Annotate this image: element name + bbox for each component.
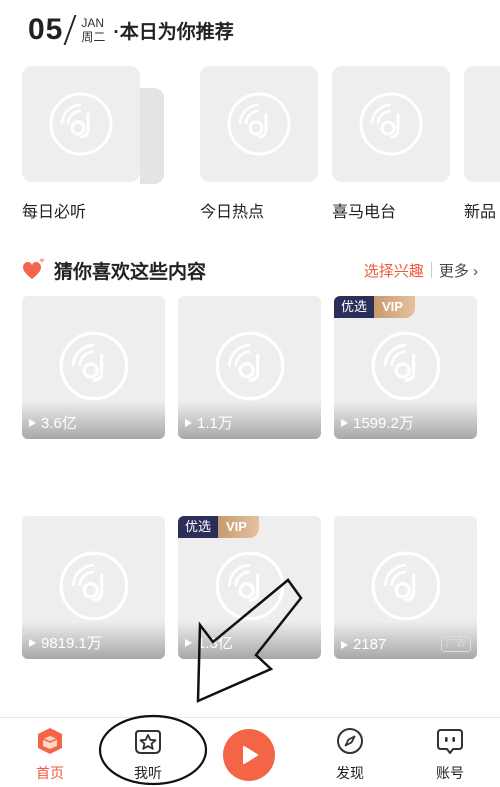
play-count-icon: [341, 640, 348, 649]
category-cover: [200, 66, 318, 182]
category-label: 喜马电台: [332, 204, 397, 221]
play-count-icon: [341, 418, 348, 427]
date-month: JAN: [81, 16, 105, 30]
category-label: 每日必听: [22, 204, 87, 221]
vinyl-disc-icon: [371, 331, 441, 401]
play-count: 1.3亿: [185, 632, 233, 653]
compass-icon: [337, 728, 363, 754]
play-count-value: 1599.2万: [353, 415, 414, 432]
badge-vip: VIP: [374, 296, 415, 318]
content-card[interactable]: 2187 广告: [334, 516, 477, 659]
badge-selected: 优选: [178, 516, 219, 538]
play-count: 3.6亿: [29, 412, 77, 433]
category-cover: [22, 66, 140, 182]
recommend-title: ·本日为你推荐: [113, 21, 234, 43]
month-weekday: JAN 周二: [81, 16, 105, 44]
date-weekday: 周二: [81, 30, 106, 44]
vinyl-disc-icon: [59, 331, 129, 401]
play-count-value: 1.3亿: [197, 635, 233, 652]
content-card[interactable]: 1.1万: [178, 296, 321, 439]
content-card[interactable]: 优选 VIP 1.3亿: [178, 516, 321, 659]
category-card-daily[interactable]: 每日必听: [22, 66, 164, 222]
category-cover: [464, 66, 500, 182]
category-card-hot[interactable]: 今日热点: [200, 66, 318, 222]
vinyl-disc-icon: [49, 92, 113, 156]
more-label: 更多: [438, 262, 469, 280]
more-link[interactable]: 更多 ›: [439, 260, 478, 281]
top-category-row: 每日必听 今日热点 喜马电台 新品: [22, 66, 500, 226]
play-count-value: 2187: [353, 636, 387, 653]
category-label: 新品: [464, 204, 497, 221]
ad-tag: 广告: [441, 636, 471, 652]
pick-interest-link[interactable]: 选择兴趣: [364, 260, 424, 281]
nav-listen[interactable]: 我听: [118, 726, 178, 783]
play-button[interactable]: [223, 729, 275, 781]
vinyl-disc-icon: [59, 551, 129, 621]
vinyl-disc-icon: [371, 551, 441, 621]
heart-icon: [23, 258, 45, 279]
nav-account[interactable]: 账号: [420, 726, 480, 783]
vip-badge: 优选 VIP: [178, 516, 259, 538]
play-count: 1599.2万: [341, 412, 414, 433]
vinyl-disc-icon: [215, 551, 285, 621]
content-card[interactable]: 3.6亿: [22, 296, 165, 439]
play-count: 2187: [341, 636, 386, 653]
category-label: 今日热点: [200, 204, 265, 221]
star-icon: [135, 730, 161, 754]
divider: [430, 262, 432, 278]
stack-edge: [140, 88, 164, 184]
nav-discover[interactable]: 发现: [320, 726, 380, 783]
nav-listen-label: 我听: [134, 765, 162, 781]
home-icon: [38, 728, 62, 754]
play-count: 1.1万: [185, 412, 233, 433]
chevron-right-icon: ›: [473, 262, 478, 280]
play-count-icon: [29, 418, 36, 427]
vinyl-disc-icon: [227, 92, 291, 156]
section-title: 猜你喜欢这些内容: [54, 261, 207, 283]
nav-discover-label: 发现: [336, 765, 364, 781]
badge-selected: 优选: [334, 296, 375, 318]
vinyl-disc-icon: [215, 331, 285, 401]
nav-home-label: 首页: [36, 765, 64, 781]
play-count-icon: [29, 638, 36, 647]
nav-home[interactable]: 首页: [20, 726, 80, 783]
category-card-new[interactable]: 新品: [464, 66, 500, 222]
face-icon: [437, 729, 463, 754]
vip-badge: 优选 VIP: [334, 296, 415, 318]
category-cover: [332, 66, 450, 182]
date-day: 05: [28, 13, 64, 46]
play-icon: [243, 746, 258, 764]
badge-vip: VIP: [218, 516, 259, 538]
play-count-icon: [185, 418, 192, 427]
content-card[interactable]: 9819.1万: [22, 516, 165, 659]
play-count-icon: [185, 638, 192, 647]
nav-account-label: 账号: [436, 765, 464, 781]
bottom-nav: 首页 我听 发现 账号: [0, 717, 500, 787]
date-header: 05 JAN 周二 ·本日为你推荐: [28, 12, 234, 48]
play-count-value: 1.1万: [197, 415, 233, 432]
vinyl-disc-icon: [359, 92, 423, 156]
play-count-value: 9819.1万: [41, 635, 102, 652]
content-card[interactable]: 优选 VIP 1599.2万: [334, 296, 477, 439]
guess-you-like-header: 猜你喜欢这些内容 选择兴趣 更多 ›: [22, 255, 478, 285]
play-count: 9819.1万: [29, 632, 102, 653]
category-card-radio[interactable]: 喜马电台: [332, 66, 450, 222]
date-slash: [63, 15, 77, 45]
section-actions: 选择兴趣 更多 ›: [364, 260, 478, 281]
play-count-value: 3.6亿: [41, 415, 77, 432]
